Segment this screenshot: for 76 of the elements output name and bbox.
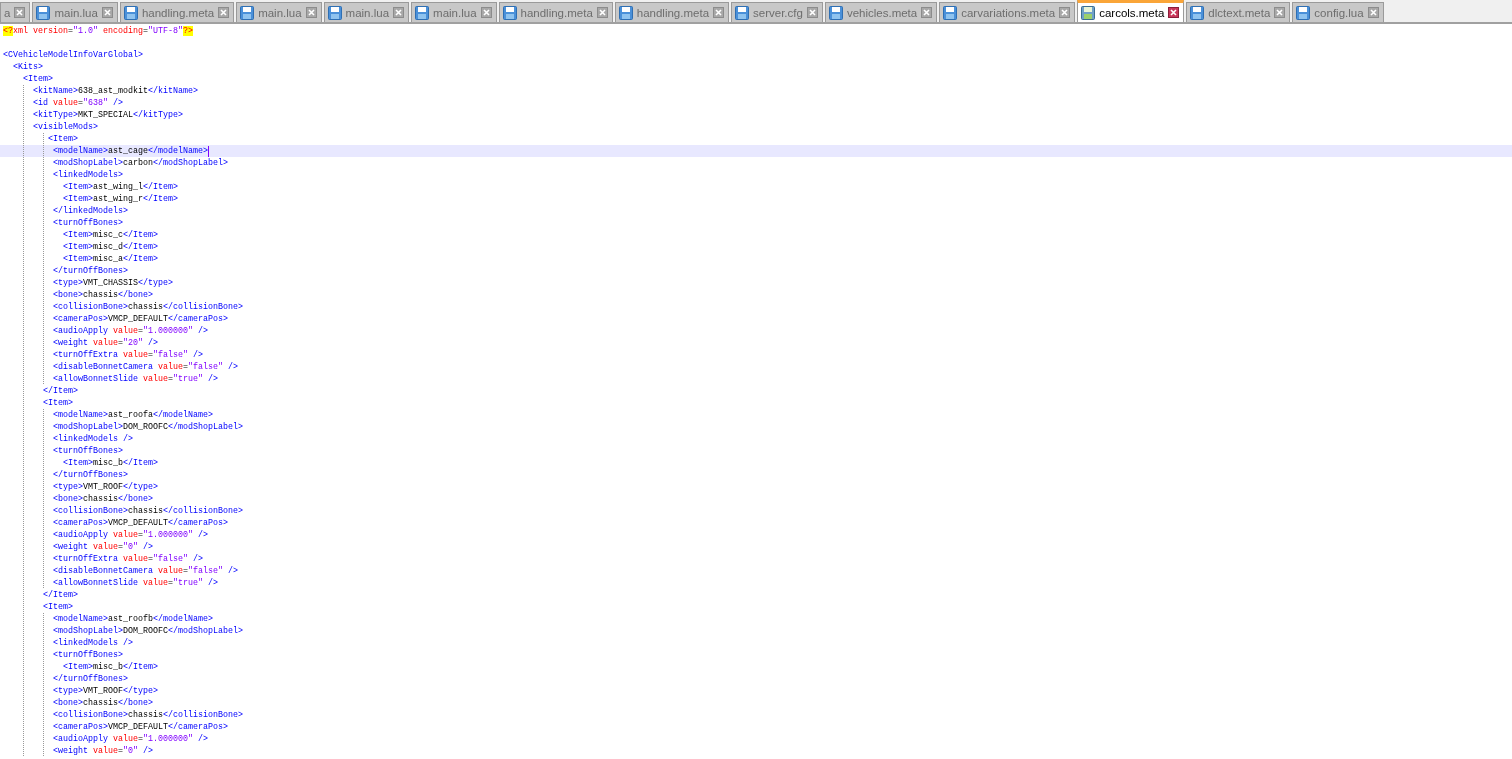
code-line: <type>VMT_ROOF</type>: [52, 685, 158, 697]
code-line: <Item>ast_wing_r</Item>: [62, 193, 178, 205]
code-line: <turnOffExtra value="false" />: [52, 553, 203, 565]
code-line: <cameraPos>VMCP_DEFAULT</cameraPos>: [52, 517, 228, 529]
code-line: <weight value="0" />: [52, 541, 153, 553]
code-line: <modShopLabel>DOM_ROOFC</modShopLabel>: [52, 625, 243, 637]
file-tab[interactable]: vehicles.meta: [824, 2, 938, 22]
code-line: <modShopLabel>DOM_ROOFC</modShopLabel>: [52, 421, 243, 433]
code-line: <Item>ast_wing_l</Item>: [62, 181, 178, 193]
file-tab[interactable]: server.cfg: [731, 2, 823, 22]
file-tab[interactable]: carcols.meta: [1077, 0, 1185, 22]
code-line: <modelName>ast_cage</modelName>: [52, 145, 208, 157]
close-icon[interactable]: [1168, 7, 1180, 18]
file-tab[interactable]: main.lua: [236, 2, 322, 22]
code-line: <collisionBone>chassis</collisionBone>: [52, 505, 243, 517]
code-line: <disableBonnetCamera value="false" />: [52, 361, 238, 373]
code-line: <modShopLabel>carbon</modShopLabel>: [52, 157, 228, 169]
code-line: <cameraPos>VMCP_DEFAULT</cameraPos>: [52, 721, 228, 733]
code-line: <weight value="20" />: [52, 337, 158, 349]
code-line: <Item>misc_b</Item>: [62, 457, 158, 469]
code-line: <?xml version="1.0" encoding="UTF-8"?>: [3, 25, 193, 37]
file-tab[interactable]: handling.meta: [614, 2, 730, 22]
code-line: <audioApply value="1.000000" />: [52, 325, 208, 337]
file-tab[interactable]: main.lua: [411, 2, 497, 22]
code-line: <CVehicleModelInfoVarGlobal>: [3, 49, 143, 61]
code-line: <allowBonnetSlide value="true" />: [52, 373, 218, 385]
code-line: <id value="638" />: [32, 97, 123, 109]
code-line: <collisionBone>chassis</collisionBone>: [52, 709, 243, 721]
code-line: <bone>chassis</bone>: [52, 697, 153, 709]
file-tab[interactable]: config.lua: [1292, 2, 1384, 22]
code-line: <weight value="0" />: [52, 745, 153, 757]
code-line: <linkedModels />: [52, 637, 133, 649]
code-line: </turnOffBones>: [52, 469, 128, 481]
code-line: <type>VMT_CHASSIS</type>: [52, 277, 173, 289]
code-line: <Item>misc_a</Item>: [62, 253, 158, 265]
code-line: <visibleMods>: [32, 121, 98, 133]
code-line: <Item>: [47, 133, 78, 145]
code-line: <linkedModels>: [52, 169, 123, 181]
code-line: </linkedModels>: [52, 205, 128, 217]
code-line: <Item>: [22, 73, 53, 85]
code-line: <cameraPos>VMCP_DEFAULT</cameraPos>: [52, 313, 228, 325]
code-line: <bone>chassis</bone>: [52, 493, 153, 505]
file-tab[interactable]: a: [0, 2, 31, 22]
code-line: </Item>: [42, 589, 78, 601]
code-line: <collisionBone>chassis</collisionBone>: [52, 301, 243, 313]
code-line: <disableBonnetCamera value="false" />: [52, 565, 238, 577]
file-tab[interactable]: main.lua: [323, 2, 410, 22]
code-line: <Item>: [42, 601, 73, 613]
code-line: </turnOffBones>: [52, 265, 128, 277]
code-line: <Kits>: [12, 61, 43, 73]
code-line: <Item>misc_d</Item>: [62, 241, 158, 253]
code-line: <turnOffBones>: [52, 445, 123, 457]
code-line: <kitName>638_ast_modkit</kitName>: [32, 85, 198, 97]
file-tab[interactable]: dlctext.meta: [1186, 2, 1291, 22]
code-line: <audioApply value="1.000000" />: [52, 733, 208, 745]
code-line: </Item>: [42, 385, 78, 397]
code-line: <modelName>ast_roofb</modelName>: [52, 613, 213, 625]
file-tab[interactable]: main.lua: [32, 2, 118, 22]
code-line: <kitType>MKT_SPECIAL</kitType>: [32, 109, 183, 121]
file-tab[interactable]: handling.meta: [498, 2, 613, 22]
code-line: <audioApply value="1.000000" />: [52, 529, 208, 541]
code-line: <turnOffBones>: [52, 649, 123, 661]
code-line: <type>VMT_ROOF</type>: [52, 481, 158, 493]
file-tab[interactable]: handling.meta: [119, 2, 235, 22]
code-line: </turnOffBones>: [52, 673, 128, 685]
code-line: <bone>chassis</bone>: [52, 289, 153, 301]
code-line: <Item>: [42, 397, 73, 409]
code-line: <Item>misc_b</Item>: [62, 661, 158, 673]
code-line: <allowBonnetSlide value="true" />: [52, 577, 218, 589]
code-line: <linkedModels />: [52, 433, 133, 445]
code-line: <Item>misc_c</Item>: [62, 229, 158, 241]
code-line: <turnOffBones>: [52, 217, 123, 229]
code-line: <turnOffExtra value="false" />: [52, 349, 203, 361]
file-tab[interactable]: carvariations.meta: [939, 2, 1076, 22]
code-line: <modelName>ast_roofa</modelName>: [52, 409, 213, 421]
text-cursor: [207, 145, 209, 157]
